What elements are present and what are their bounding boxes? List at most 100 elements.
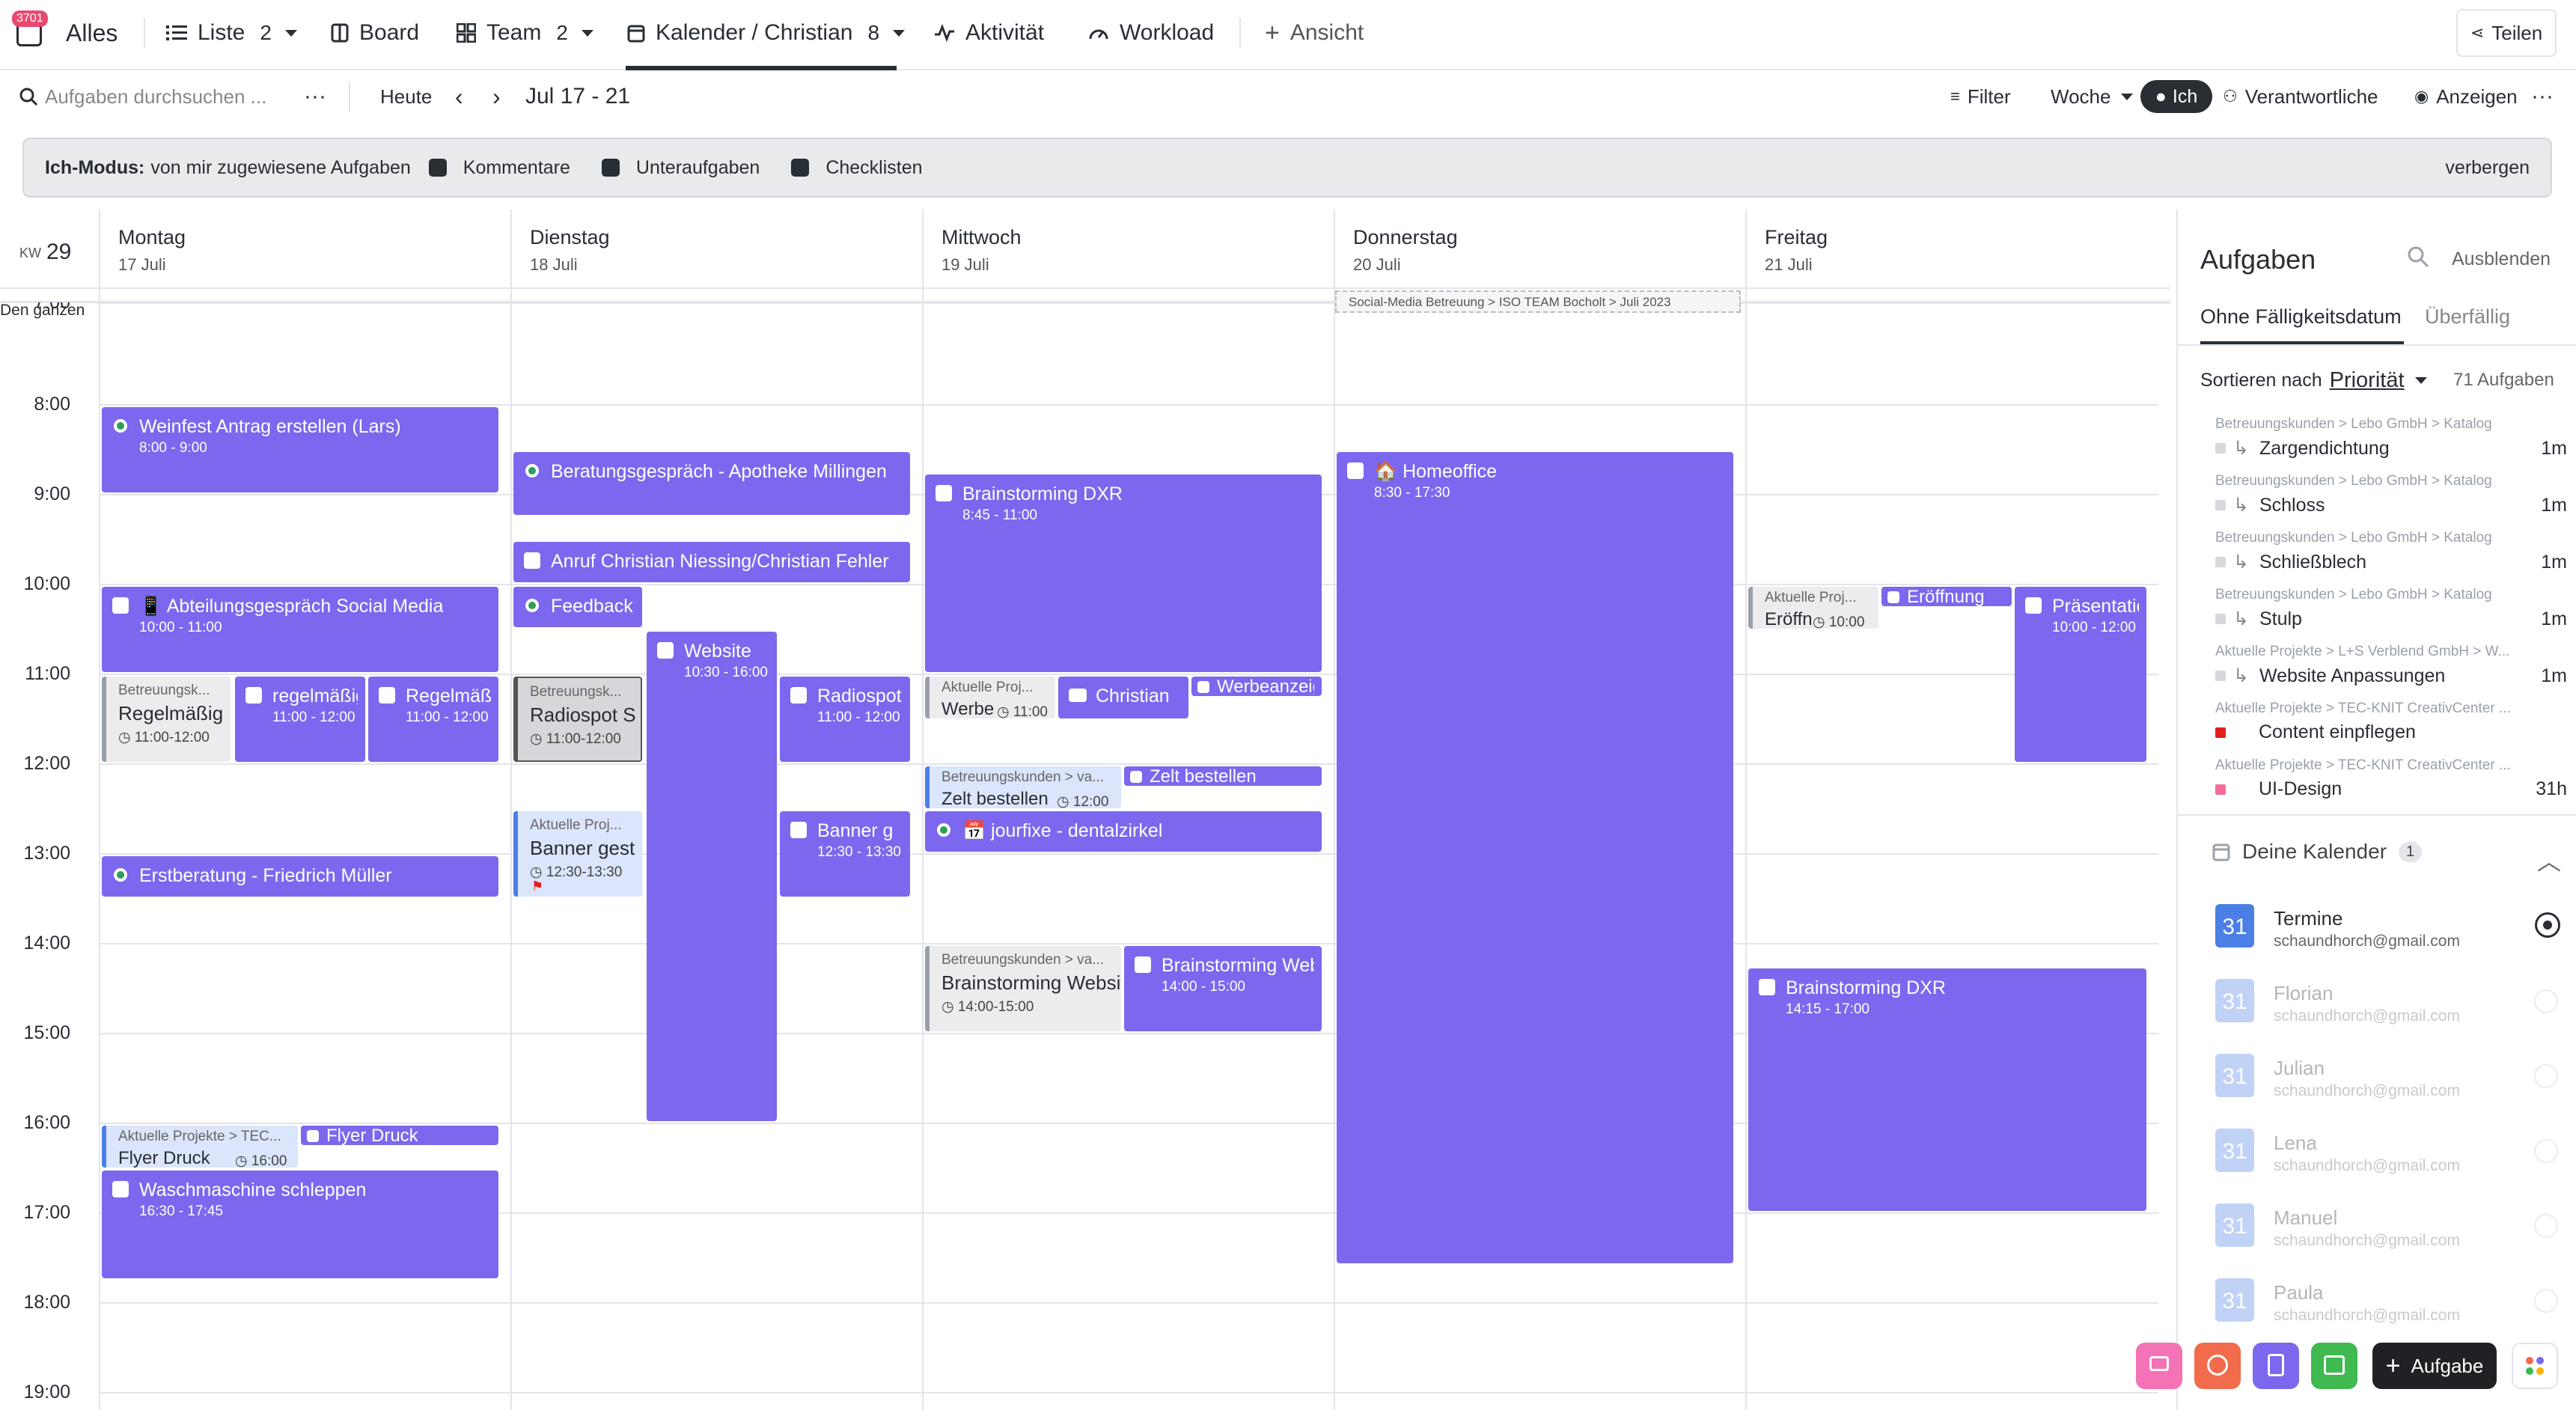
calendar-radio[interactable] [2534,1289,2558,1313]
event-time: 11:00 - 12:00 [817,709,900,725]
event[interactable]: Erstberatung - Friedrich Müller [102,856,498,897]
tab-kalender[interactable]: Kalender / Christian 8 [627,0,906,66]
assignees-button[interactable]: ⚇ Verantwortliche [2223,72,2378,121]
event[interactable]: 📱 Abteilungsgespräch Social Media 10:00 -… [102,587,498,672]
show-button[interactable]: ◉ Anzeigen [2414,72,2518,121]
more-icon[interactable]: ··· [304,72,326,121]
event[interactable]: Brainstorming DXR 14:15 - 17:00 [1748,968,2146,1211]
task-card[interactable]: Aktuelle Proj... Werbe ◷ 11:00 [925,677,1055,718]
apps-button[interactable] [2512,1343,2558,1389]
event[interactable]: Brainstorming Website 14:00 - 15:00 [1124,946,1322,1031]
event-title: Brainstorming DXR [1786,977,1946,998]
calendar-item[interactable]: 31 Paula schaundhorch@gmail.com [2215,1278,2567,1338]
event[interactable]: Banner g 12:30 - 13:30 [780,811,910,897]
event[interactable]: Zelt bestellen [1124,766,1322,786]
panel-task[interactable]: Aktuelle Projekte > TEC-KNIT CreativCent… [2215,701,2567,743]
event[interactable]: Website 10:30 - 16:00 [647,632,777,1121]
tab-team[interactable]: Team 2 [457,0,593,66]
tab-aktivitaet[interactable]: Aktivität [934,0,1044,66]
tab-board[interactable]: Board [331,0,419,66]
prev-week-button[interactable]: ‹ [455,72,463,121]
event-time: 10:00 - 11:00 [139,620,222,635]
calendar-item[interactable]: 31 Julian schaundhorch@gmail.com [2215,1054,2567,1114]
task-card[interactable]: Aktuelle Proj... Eröffn ◷ 10:00 [1748,587,1878,629]
search-input[interactable]: Aufgaben durchsuchen ... [19,72,266,121]
calendar-item[interactable]: 31 Lena schaundhorch@gmail.com [2215,1129,2567,1188]
event[interactable]: Radiospot 11:00 - 12:00 [780,677,910,762]
reminder-button[interactable] [2194,1343,2241,1389]
event[interactable]: Flyer Druck [301,1126,498,1145]
task-card[interactable]: Betreuungsk... Radiospot S ◷ 11:00-12:00 [513,677,642,762]
panel-task[interactable]: Betreuungskunden > Lebo GmbH > Katalog ↳ S… [2215,530,2567,573]
allday-event[interactable]: Social-Media Betreuung > ISO TEAM Bochol… [1335,290,1741,313]
calendar-button[interactable] [2311,1343,2357,1389]
next-week-button[interactable]: › [492,72,501,121]
panel-task[interactable]: Aktuelle Projekte > TEC-KNIT CreativCent… [2215,757,2567,800]
event[interactable]: Brainstorming DXR 8:45 - 11:00 [925,474,1322,672]
banner-title: Ich-Modus: [45,156,145,178]
tab-overdue[interactable]: Überfällig [2425,305,2510,329]
sort-select[interactable]: Priorität [2330,368,2405,393]
task-card[interactable]: Aktuelle Projekte > TEC... Flyer Druck ◷ 1… [102,1126,298,1168]
tab-no-due-date[interactable]: Ohne Fälligkeitsdatum [2200,305,2402,329]
hide-panel-button[interactable]: Ausblenden [2452,248,2551,270]
calendar-radio[interactable] [2534,1139,2558,1163]
week-select[interactable]: Woche [2051,72,2134,121]
event[interactable]: Werbeanzeige [1191,677,1322,696]
event[interactable]: Regelmäßig 11:00 - 12:00 [368,677,498,762]
subtasks-checkbox[interactable] [601,159,620,177]
event[interactable]: Weinfest Antrag erstellen (Lars) 8:00 - 9… [102,407,498,492]
space-title[interactable]: Alles [66,0,117,66]
hide-banner-button[interactable]: verbergen [2445,157,2530,179]
filter-button[interactable]: ≡ Filter [1950,72,2011,121]
subtask-icon: ↳ [2233,608,2249,629]
me-toggle[interactable]: ● Ich [2140,80,2212,113]
event[interactable]: Feedback [513,587,642,627]
chevron-down-icon [2414,377,2427,384]
calendar-name: Manuel [2274,1206,2338,1229]
calendars-section-header[interactable]: Deine Kalender 1 [2212,840,2423,864]
list-icon [166,25,187,40]
comments-checkbox[interactable] [428,159,447,177]
panel-task[interactable]: Aktuelle Projekte > L+S Verblend GmbH > … [2215,644,2567,687]
task-card[interactable]: Aktuelle Proj... Banner gest ◷ 12:30-13:30… [513,811,642,897]
event[interactable]: Anruf Christian Niessing/Christian Fehle… [513,542,910,582]
calendar-item[interactable]: 31 Termine schaundhorch@gmail.com [2215,904,2567,964]
calendar-radio[interactable] [2534,1064,2558,1088]
event[interactable]: Eröffnung [1881,587,2012,606]
calendar-radio[interactable] [2534,1214,2558,1238]
event[interactable]: Christian [1058,677,1188,718]
calendar-radio[interactable] [2537,915,2558,936]
calendar-item[interactable]: 31 Florian schaundhorch@gmail.com [2215,979,2567,1039]
calendar-item[interactable]: 31 Manuel schaundhorch@gmail.com [2215,1203,2567,1263]
subtask-icon: ↳ [2233,495,2249,516]
event[interactable]: 🏠 Homeoffice 8:30 - 17:30 [1337,452,1733,1263]
event[interactable]: Präsentation 10:00 - 12:00 [2015,587,2146,762]
calendar-radio[interactable] [2534,989,2558,1013]
panel-task[interactable]: Betreuungskunden > Lebo GmbH > Katalog ↳ Z… [2215,416,2567,460]
task-card[interactable]: Betreuungskunden > va... Brainstorming We… [925,946,1121,1031]
calendar-icon [1135,956,1151,973]
event[interactable]: Beratungsgespräch - Apotheke Millingen [513,452,910,515]
event[interactable]: 📅 jourfixe - dentalzirkel [925,811,1322,852]
eye-icon: ◉ [2414,87,2429,106]
chat-button[interactable] [2136,1343,2182,1389]
chevron-up-icon[interactable]: ︿ [2537,843,2561,877]
share-button[interactable]: ⋖ Teilen [2456,9,2557,57]
add-view-button[interactable]: + Ansicht [1265,0,1364,66]
event[interactable]: Waschmaschine schleppen 16:30 - 17:45 [102,1171,498,1278]
more-icon[interactable]: ··· [2531,72,2554,121]
search-icon[interactable] [2407,245,2429,268]
task-card[interactable]: Betreuungskunden > va... Zelt bestellen ◷ … [925,766,1121,808]
tab-workload[interactable]: Workload [1088,0,1214,66]
checklists-checkbox[interactable] [791,159,810,177]
notepad-button[interactable] [2253,1343,2299,1389]
event-title: Radiospot [817,686,902,706]
task-card[interactable]: Betreuungsk... Regelmäßig ◷ 11:00-12:00 [102,677,231,762]
event[interactable]: regelmäßig 11:00 - 12:00 [235,677,365,762]
panel-task[interactable]: Betreuungskunden > Lebo GmbH > Katalog ↳ S… [2215,587,2567,630]
panel-task[interactable]: Betreuungskunden > Lebo GmbH > Katalog ↳ S… [2215,473,2567,516]
tab-liste[interactable]: Liste 2 [166,0,297,66]
add-task-button[interactable]: + Aufgabe [2372,1343,2497,1389]
today-button[interactable]: Heute [380,72,432,121]
